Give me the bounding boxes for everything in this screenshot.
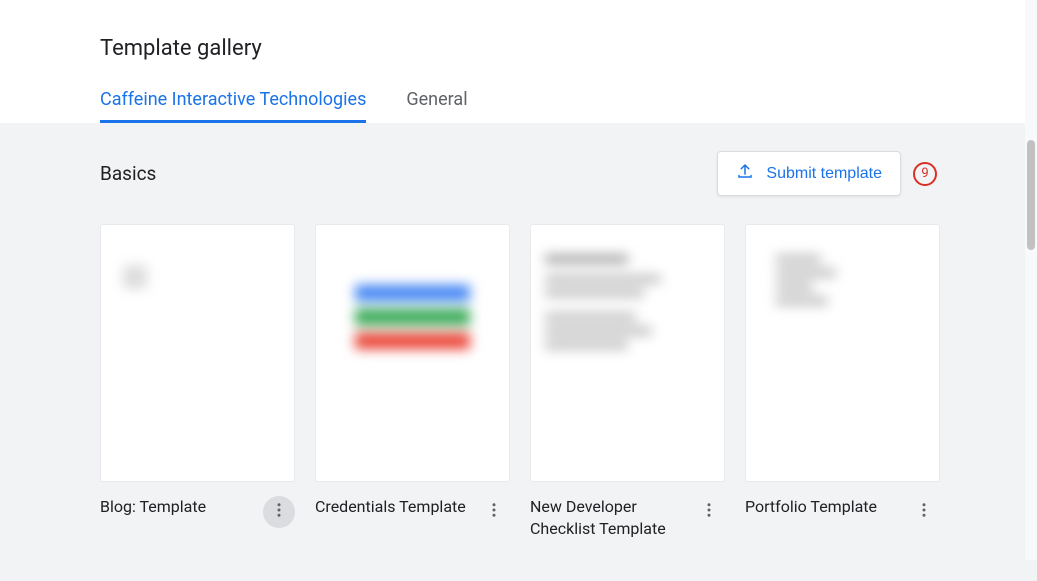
template-thumbnail[interactable] (530, 224, 725, 482)
tabs-container: Caffeine Interactive Technologies Genera… (100, 89, 937, 123)
annotation-badge: 9 (913, 162, 937, 186)
template-more-button[interactable] (908, 496, 940, 528)
submit-template-button[interactable]: Submit template (717, 151, 901, 196)
template-thumbnail[interactable] (745, 224, 940, 482)
section-title: Basics (100, 162, 156, 185)
template-thumbnail[interactable] (100, 224, 295, 482)
upload-icon (736, 162, 754, 185)
more-vert-icon (485, 501, 503, 523)
template-thumbnail[interactable] (315, 224, 510, 482)
more-vert-icon (270, 501, 288, 523)
page-title: Template gallery (100, 0, 937, 89)
tab-org[interactable]: Caffeine Interactive Technologies (100, 89, 366, 123)
templates-grid: Blog: Template Credentials Template (100, 224, 937, 541)
submit-template-label: Submit template (766, 165, 882, 183)
template-more-button[interactable] (693, 496, 725, 528)
template-card: Portfolio Template (745, 224, 940, 541)
template-name: Portfolio Template (745, 496, 900, 518)
template-name: Credentials Template (315, 496, 470, 518)
tab-general[interactable]: General (406, 89, 467, 123)
more-vert-icon (700, 501, 718, 523)
template-name: Blog: Template (100, 496, 255, 518)
more-vert-icon (915, 501, 933, 523)
template-name: New Developer Checklist Template (530, 496, 685, 541)
template-more-button[interactable] (263, 496, 295, 528)
template-card: New Developer Checklist Template (530, 224, 725, 541)
template-more-button[interactable] (478, 496, 510, 528)
template-card: Credentials Template (315, 224, 510, 541)
template-card: Blog: Template (100, 224, 295, 541)
scrollbar-thumb[interactable] (1027, 140, 1035, 250)
scrollbar[interactable] (1025, 0, 1037, 560)
